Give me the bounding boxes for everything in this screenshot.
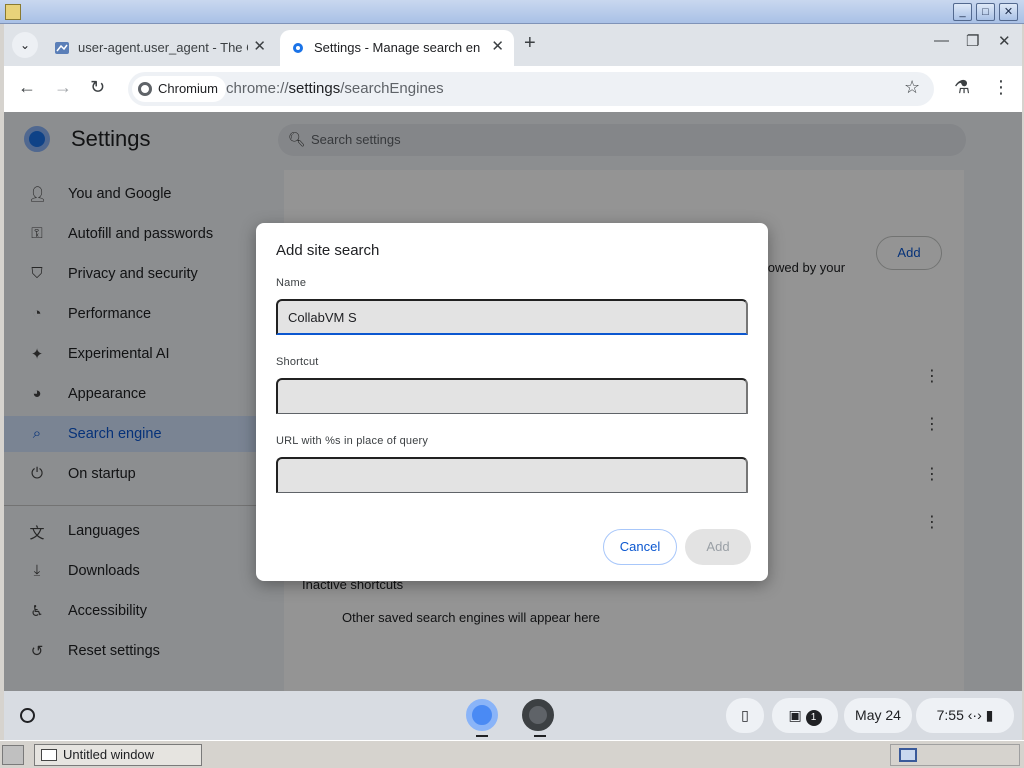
add-site-search-dialog: Add site search Name Shortcut URL with %…	[256, 223, 768, 581]
notification-count: 1	[805, 710, 822, 726]
chromium-app-icon[interactable]	[466, 699, 498, 731]
tab-close-icon[interactable]: ✕	[253, 37, 266, 55]
app-icon	[5, 4, 21, 20]
close-icon[interactable]: ✕	[998, 32, 1011, 50]
url-input[interactable]	[276, 457, 748, 493]
x-maximize-button[interactable]: □	[976, 3, 995, 21]
site-info-chip[interactable]: Chromium	[132, 76, 226, 102]
name-label: Name	[276, 277, 307, 289]
tab-title: Settings - Manage search engi	[314, 40, 480, 55]
chromium-logo-icon	[138, 82, 152, 96]
chromeos-shelf: ▯ ▣ 1 May 24 7:55 ‹·› ▮	[4, 691, 1022, 740]
date-pod[interactable]: May 24	[844, 698, 912, 733]
notification-pod[interactable]: ▣ 1	[772, 698, 838, 733]
bookmark-star-icon[interactable]: ☆	[904, 77, 920, 98]
reload-icon[interactable]: ↻	[90, 77, 105, 98]
taskbar-window-title: Untitled window	[63, 747, 155, 762]
address-bar[interactable]: Chromium chrome://settings/searchEngines	[128, 72, 934, 106]
phone-hub-icon[interactable]: ▯	[726, 698, 764, 733]
battery-icon: ▮	[985, 707, 994, 723]
tab-title: user-agent.user_agent - The C	[78, 40, 248, 55]
cancel-button[interactable]: Cancel	[603, 529, 677, 565]
x-minimize-button[interactable]: _	[953, 3, 972, 21]
new-tab-plus-icon[interactable]: +	[524, 32, 536, 55]
shortcut-label: Shortcut	[276, 356, 319, 368]
taskbar-window-button[interactable]: Untitled window	[34, 744, 202, 766]
launcher-circle-icon[interactable]	[20, 708, 35, 723]
app-running-indicator	[476, 735, 488, 737]
shortcut-input[interactable]	[276, 378, 748, 414]
url-path: /searchEngines	[340, 80, 444, 97]
screenshot-icon: ▣	[788, 707, 802, 723]
status-tray[interactable]: 7:55 ‹·› ▮	[916, 698, 1014, 733]
page-favicon-icon	[55, 42, 69, 54]
url-text[interactable]: chrome://settings/searchEngines	[226, 80, 444, 97]
tab-settings[interactable]: Settings - Manage search engi ✕	[280, 30, 514, 66]
more-menu-icon[interactable]: ⋮	[992, 77, 1010, 98]
settings-app-gear-icon[interactable]	[522, 699, 554, 731]
forward-arrow-icon[interactable]: →	[54, 77, 72, 98]
tab-strip: ⌄ user-agent.user_agent - The C ✕ Settin…	[4, 24, 1022, 66]
chip-label: Chromium	[158, 81, 218, 96]
url-host: settings	[288, 80, 341, 97]
x-taskbar: Untitled window	[0, 740, 1024, 768]
minimize-icon[interactable]: —	[934, 32, 949, 49]
tab-search-chevron-down-icon[interactable]: ⌄	[12, 32, 38, 58]
labs-flask-icon[interactable]: ⚗	[954, 77, 970, 98]
tab-close-icon[interactable]: ✕	[491, 37, 504, 55]
window-icon	[41, 749, 57, 761]
dialog-title: Add site search	[276, 242, 380, 259]
settings-gear-icon	[293, 43, 303, 53]
app-running-indicator	[534, 735, 546, 737]
network-icon: ‹·›	[967, 707, 982, 723]
x-close-button[interactable]: ✕	[999, 3, 1018, 21]
x-window-titlebar: _ □ ✕	[0, 0, 1024, 24]
url-prefix: chrome://	[226, 80, 289, 97]
add-button[interactable]: Add	[685, 529, 751, 565]
url-label: URL with %s in place of query	[276, 435, 429, 447]
back-arrow-icon[interactable]: ←	[18, 77, 36, 98]
browser-toolbar: ← → ↻ Chromium chrome://settings/searchE…	[4, 66, 1022, 112]
desktop-icon[interactable]	[899, 748, 917, 762]
clock-time: 7:55	[936, 707, 964, 723]
restore-icon[interactable]: ❐	[966, 32, 979, 50]
system-tray	[890, 744, 1020, 766]
tab-user-agent[interactable]: user-agent.user_agent - The C ✕	[44, 30, 276, 66]
name-input[interactable]	[276, 299, 748, 335]
start-menu-icon[interactable]	[2, 745, 24, 765]
